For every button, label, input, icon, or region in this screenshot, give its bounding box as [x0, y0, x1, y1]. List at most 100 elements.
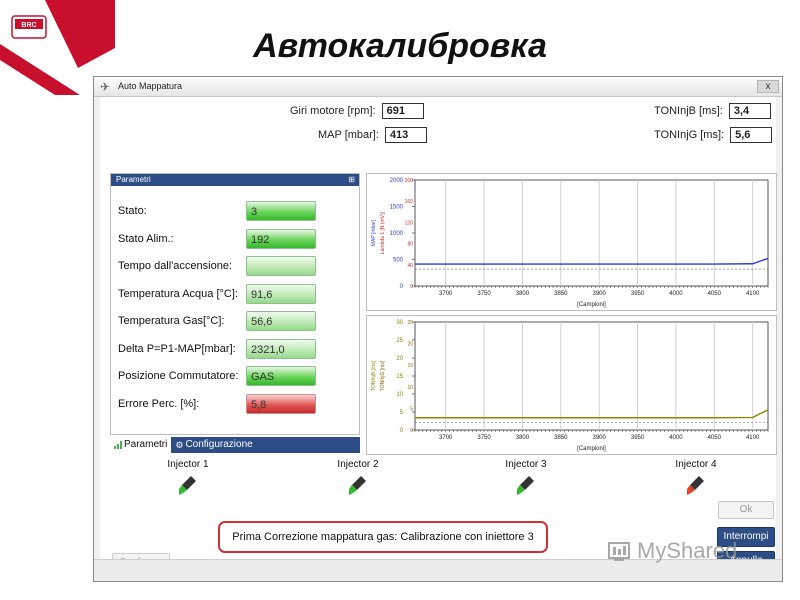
x-tick-label: 3850 — [554, 291, 568, 297]
param-row: Posizione Commutatore: GAS — [118, 366, 316, 386]
app-icon: ✈ — [100, 80, 111, 94]
parametri-header-label: Parametri — [116, 175, 151, 184]
param-value: 5,8 — [246, 393, 316, 414]
param-label: Delta P=P1-MAP[mbar]: — [118, 342, 236, 355]
watermark-icon — [608, 542, 630, 561]
map-readout: MAP [mbar]: 413 — [318, 127, 427, 143]
injector-4: Injector 4 — [656, 459, 736, 496]
x-tick-label: 4000 — [669, 291, 683, 297]
y2-tick-label: 200 — [405, 178, 414, 184]
y2-tick-label: 20 — [407, 342, 413, 348]
param-row: Tempo dall'accensione: — [118, 256, 316, 276]
rpm-value: 691 — [381, 103, 424, 119]
x-tick-label: 4000 — [669, 435, 683, 441]
y-tick-label: 1000 — [390, 231, 404, 237]
x-tick-label: 4100 — [746, 291, 760, 297]
x-tick-label: 3700 — [439, 291, 453, 297]
injector-label: Injector 4 — [675, 459, 717, 470]
param-value: 2321,0 — [246, 338, 316, 359]
x-tick-label: 3900 — [592, 435, 606, 441]
window-body: Giri motore [rpm]: 691 MAP [mbar]: 413 T… — [100, 97, 777, 573]
parametri-header: Parametri ⊞ — [111, 174, 359, 186]
x-tick-label: 3950 — [631, 291, 645, 297]
map-value: 413 — [384, 127, 427, 143]
x-tick-label: 4050 — [708, 291, 722, 297]
tab-configurazione[interactable]: ⚙ Configurazione — [171, 437, 256, 453]
param-value: 56,6 — [246, 311, 316, 331]
y2-tick-label: 5 — [410, 406, 413, 412]
param-label: Stato: — [118, 205, 147, 217]
injector-label: Injector 1 — [167, 459, 209, 470]
param-value — [246, 256, 316, 276]
y-tick-label: 30 — [396, 320, 403, 326]
x-axis-label: [Campioni] — [577, 302, 606, 308]
rpm-readout: Giri motore [rpm]: 691 — [290, 103, 424, 119]
y2-tick-label: 120 — [405, 220, 414, 226]
y2-axis-label: TONInjG [ms] — [380, 360, 386, 391]
param-row: Delta P=P1-MAP[mbar]: 2321,0 — [118, 338, 316, 359]
y-tick-label: 2000 — [390, 178, 404, 184]
toninjg-label: TONInjG [ms]: — [654, 129, 725, 141]
auto-mappatura-window: ✈ Auto Mappatura x Giri motore [rpm]: 69… — [93, 76, 783, 582]
window-title: Auto Mappatura — [118, 81, 183, 91]
toninjb-label: TONInjB [ms]: — [654, 105, 723, 117]
injector-icon — [517, 476, 534, 495]
injector-icon — [179, 476, 196, 495]
plot-area — [414, 321, 769, 431]
y2-tick-label: 10 — [407, 385, 413, 391]
param-row: Errore Perc. [%]: 5,8 — [118, 393, 316, 414]
toninjg-value: 5,6 — [730, 127, 773, 143]
y2-tick-label: 160 — [405, 199, 414, 205]
y2-tick-label: 40 — [407, 263, 413, 269]
rpm-label: Giri motore [rpm]: — [290, 105, 376, 117]
y-tick-label: 500 — [393, 258, 404, 264]
close-button[interactable]: x — [757, 80, 779, 93]
param-label: Temperatura Acqua [°C]: — [118, 287, 238, 300]
y2-tick-label: 80 — [407, 242, 413, 248]
pin-icon[interactable]: ⊞ — [348, 174, 355, 186]
y-tick-label: 25 — [396, 338, 403, 344]
y-axis-label: MAP [mbar] — [371, 219, 377, 246]
map-chart: 3700 3750 3800 3850 3900 3950 4000 4050 4100 [Cam… — [366, 173, 777, 311]
x-tick-label: 3850 — [554, 435, 568, 441]
toninjb-readout: TONInjB [ms]: 3,4 — [654, 103, 771, 119]
y-tick-label: 0 — [400, 284, 404, 290]
ok-button[interactable]: Ok — [718, 501, 774, 519]
window-titlebar: ✈ Auto Mappatura x — [94, 77, 782, 97]
x-tick-label: 3900 — [592, 291, 606, 297]
y2-tick-label: 25 — [407, 320, 413, 326]
map-label: MAP [mbar]: — [318, 129, 379, 141]
param-row: Stato: 3 — [118, 201, 316, 221]
y-axis-label: TONInjB [ms] — [371, 360, 377, 391]
y-tick-label: 20 — [396, 356, 403, 362]
x-tick-label: 4050 — [708, 435, 722, 441]
slide-title: Автокалибровка — [253, 27, 547, 65]
x-tick-label: 3700 — [439, 435, 453, 441]
x-tick-label: 3750 — [477, 291, 491, 297]
tab-parametri[interactable]: Parametri — [110, 437, 172, 453]
y-tick-label: 0 — [400, 428, 404, 434]
tab-configurazione-label: Configurazione — [185, 439, 253, 450]
x-tick-label: 4100 — [746, 435, 760, 441]
plot-area — [414, 179, 769, 287]
y-tick-label: 1500 — [390, 205, 404, 211]
watermark: MyShared — [607, 538, 737, 564]
injector-3: Injector 3 — [486, 459, 566, 496]
x-tick-label: 3750 — [477, 435, 491, 441]
param-label: Errore Perc. [%]: — [118, 397, 200, 410]
param-row: Temperatura Gas[°C]: 56,6 — [118, 311, 316, 331]
injector-1: Injector 1 — [148, 459, 228, 496]
toninjg-readout: TONInjG [ms]: 5,6 — [654, 127, 773, 143]
y2-tick-label: 0 — [410, 428, 413, 434]
param-label: Posizione Commutatore: — [118, 370, 239, 382]
param-label: Stato Alim.: — [118, 232, 174, 245]
gear-icon: ⚙ — [175, 440, 184, 450]
param-row: Stato Alim.: 192 — [118, 228, 316, 249]
y2-tick-label: 0 — [410, 284, 413, 290]
param-value: GAS — [246, 366, 316, 386]
x-tick-label: 3800 — [516, 435, 530, 441]
toninj-chart-svg: 3700 3750 3800 3850 3900 3950 4000 4050 4100 [Cam… — [371, 320, 769, 452]
x-axis-label: [Campioni] — [577, 446, 606, 452]
map-chart-svg: 3700 3750 3800 3850 3900 3950 4000 4050 4100[Cam… — [371, 178, 769, 308]
toninjb-value: 3,4 — [728, 103, 771, 119]
